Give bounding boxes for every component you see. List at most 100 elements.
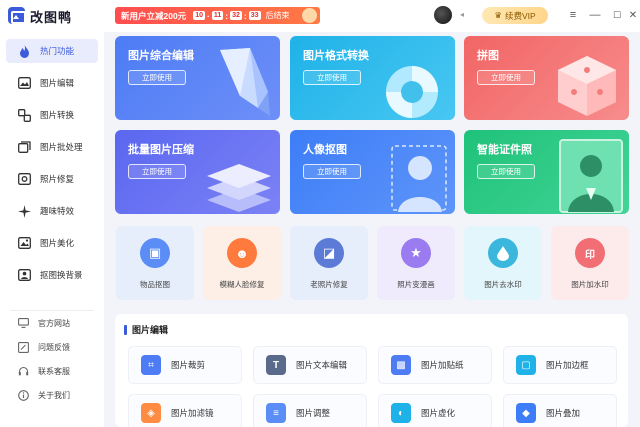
beautify-icon [17, 236, 31, 250]
tile-remove-watermark[interactable]: 图片去水印 [464, 226, 542, 300]
repair-icon [17, 172, 31, 186]
convert-icon [17, 108, 31, 122]
vip-label: 续费VIP [504, 10, 536, 21]
sidebar-item-beautify[interactable]: 图片美化 [6, 231, 98, 255]
tile-label: 图片去水印 [484, 280, 522, 289]
tile-object-cutout[interactable]: ▣ 物品抠图 [116, 226, 194, 300]
maximize-icon[interactable]: ☐ [609, 6, 625, 24]
tool-adjust[interactable]: ≡ 图片调整 [253, 394, 367, 427]
sidebar-link-website[interactable]: 官方网站 [6, 313, 98, 333]
use-now-button[interactable]: 立即使用 [477, 164, 535, 179]
card-batch-compress[interactable]: 批量图片压缩 立即使用 [115, 130, 280, 214]
gift-icon [302, 8, 317, 23]
sidebar-item-label: 照片修复 [40, 174, 75, 184]
convert-illustration-icon [386, 66, 438, 118]
box-icon: ▣ [140, 238, 170, 268]
tool-sticker[interactable]: ▩ 图片加贴纸 [378, 346, 492, 384]
sidebar-item-cutout[interactable]: 抠图换背景 [6, 263, 98, 287]
tool-crop[interactable]: ⌗ 图片裁剪 [128, 346, 242, 384]
use-now-button[interactable]: 立即使用 [477, 70, 535, 85]
filter-icon: ◈ [141, 403, 161, 423]
text-icon: T [266, 355, 286, 375]
vip-renew-button[interactable]: ♛ 续费VIP [482, 7, 548, 24]
countdown-days: 10 [193, 11, 205, 20]
avatar[interactable] [434, 6, 452, 24]
sidebar-link-feedback[interactable]: 问题反馈 [6, 337, 98, 357]
card-collage[interactable]: 拼图 立即使用 [464, 36, 629, 120]
drop-icon [488, 238, 518, 268]
use-now-button[interactable]: 立即使用 [303, 164, 361, 179]
card-format-convert[interactable]: 图片格式转换 立即使用 [290, 36, 455, 120]
tile-label: 老照片修复 [310, 280, 348, 289]
sidebar-divider [10, 310, 94, 311]
card-id-photo[interactable]: 智能证件照 立即使用 [464, 130, 629, 214]
menu-icon[interactable]: ≡ [565, 6, 581, 24]
countdown-minutes: 32 [230, 11, 242, 20]
sidebar: 热门功能 图片编辑 图片转换 图片批处理 照片修复 趣味特效 图片美化 抠图换背… [0, 32, 104, 427]
adjust-icon: ≡ [266, 403, 286, 423]
tool-frame[interactable]: ▢ 图片加边框 [503, 346, 617, 384]
tool-label: 图片文本编辑 [296, 360, 348, 370]
sidebar-item-label: 热门功能 [40, 46, 75, 56]
comic-icon: ★ [401, 238, 431, 268]
tile-photo-to-comic[interactable]: ★ 照片变漫画 [377, 226, 455, 300]
tool-label: 图片加边框 [546, 360, 589, 370]
tool-text-edit[interactable]: T 图片文本编辑 [253, 346, 367, 384]
sidebar-link-about[interactable]: 关于我们 [6, 385, 98, 405]
crop-icon: ⌗ [141, 355, 161, 375]
tool-overlay[interactable]: ◆ 图片叠加 [503, 394, 617, 427]
use-now-button[interactable]: 立即使用 [303, 70, 361, 85]
sidebar-item-image-edit[interactable]: 图片编辑 [6, 71, 98, 95]
promo-suffix: 后结束 [265, 11, 290, 20]
promo-banner[interactable]: 新用户立减200元 10 · 11: 32: 33 后结束 [115, 7, 320, 24]
card-title: 拼图 [477, 50, 499, 62]
close-icon[interactable]: ✕ [625, 6, 640, 24]
countdown-hours: 11 [211, 11, 224, 20]
tile-old-photo-repair[interactable]: ◪ 老照片修复 [290, 226, 368, 300]
sidebar-item-label: 图片批处理 [40, 142, 83, 152]
frame-icon: ▢ [516, 355, 536, 375]
use-now-button[interactable]: 立即使用 [128, 70, 186, 85]
sidebar-item-label: 图片转换 [40, 110, 75, 120]
crown-icon: ♛ [494, 10, 502, 20]
sidebar-link-support[interactable]: 联系客服 [6, 361, 98, 381]
promo-text: 新用户立减200元 [121, 10, 187, 21]
sidebar-item-effects[interactable]: 趣味特效 [6, 199, 98, 223]
id-photo-illustration-icon [559, 139, 623, 213]
use-now-button[interactable]: 立即使用 [128, 164, 186, 179]
sidebar-item-convert[interactable]: 图片转换 [6, 103, 98, 127]
pencil-illustration-icon [220, 48, 270, 116]
sidebar-item-batch[interactable]: 图片批处理 [6, 135, 98, 159]
tool-label: 图片加贴纸 [421, 360, 464, 370]
countdown-seconds: 33 [248, 11, 261, 20]
feedback-icon [17, 341, 29, 353]
sticker-icon: ▩ [391, 355, 411, 375]
tool-label: 图片裁剪 [171, 360, 206, 370]
title-bar: 改图鸭 新用户立减200元 10 · 11: 32: 33 后结束 ◂ ♛ 续费V… [0, 0, 640, 32]
tile-face-repair[interactable]: ☻ 模糊人脸修复 [203, 226, 281, 300]
card-title: 批量图片压缩 [128, 144, 194, 156]
section-accent-bar [124, 324, 127, 335]
photo-icon: ◪ [314, 238, 344, 268]
card-comprehensive-edit[interactable]: 图片综合编辑 立即使用 [115, 36, 280, 120]
sidebar-link-label: 问题反馈 [38, 342, 70, 352]
avatar-caret-icon[interactable]: ◂ [460, 10, 464, 19]
tool-blur[interactable]: ◐ 图片虚化 [378, 394, 492, 427]
tool-label: 图片叠加 [546, 408, 581, 418]
tile-label: 图片加水印 [571, 280, 609, 289]
sidebar-item-repair[interactable]: 照片修复 [6, 167, 98, 191]
sidebar-item-label: 抠图换背景 [40, 270, 83, 280]
tool-label: 图片加滤镜 [171, 408, 214, 418]
sidebar-item-label: 图片美化 [40, 238, 75, 248]
app-logo-icon [8, 7, 26, 24]
card-portrait-cutout[interactable]: 人像抠图 立即使用 [290, 130, 455, 214]
tile-label: 物品抠图 [140, 280, 170, 289]
tile-add-watermark[interactable]: 印 图片加水印 [551, 226, 629, 300]
sidebar-item-hot[interactable]: 热门功能 [6, 39, 98, 63]
image-edit-icon [17, 76, 31, 90]
sidebar-link-label: 官方网站 [38, 318, 70, 328]
app-name: 改图鸭 [30, 10, 73, 25]
tool-filter[interactable]: ◈ 图片加滤镜 [128, 394, 242, 427]
tile-label: 照片变漫画 [397, 280, 435, 289]
minimize-icon[interactable]: — [587, 6, 603, 24]
